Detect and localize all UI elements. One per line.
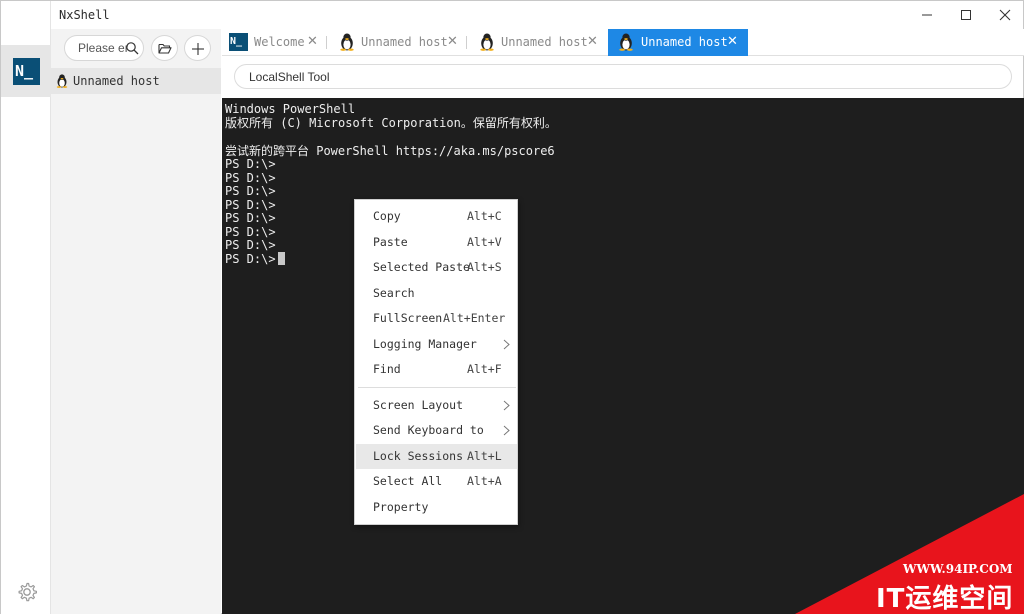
nxshell-logo-icon: N_ xyxy=(229,33,248,51)
search-icon[interactable] xyxy=(125,41,139,55)
tab-label: Welcome xyxy=(254,35,305,49)
terminal-prompt: PS D:\> xyxy=(225,252,276,266)
menu-item-shortcut: Alt+C xyxy=(467,209,502,223)
menu-item-label: Property xyxy=(373,500,429,514)
terminal-line: 尝试新的跨平台 PowerShell https://aka.ms/pscore… xyxy=(225,144,555,158)
app-title: NxShell xyxy=(59,8,110,22)
maximize-icon xyxy=(961,10,971,20)
tab-divider xyxy=(466,36,467,49)
menu-item-label: Selected Paste xyxy=(373,260,470,274)
address-text: LocalShell Tool xyxy=(249,70,330,84)
terminal-line: PS D:\> xyxy=(225,225,276,239)
terminal-line: PS D:\> xyxy=(225,238,276,252)
tab-unnamed-host-2[interactable]: Unnamed host ✕ xyxy=(474,29,609,56)
linux-tux-icon xyxy=(340,33,354,51)
menu-item-lock-sessions[interactable]: Lock Sessions Alt+L xyxy=(356,444,517,469)
terminal-line: Windows PowerShell xyxy=(225,102,356,116)
tab-label: Unnamed host xyxy=(641,35,728,49)
menu-item-shortcut: Alt+Enter xyxy=(443,311,506,325)
menu-item-shortcut: Alt+L xyxy=(467,449,502,463)
minimize-icon xyxy=(922,14,932,16)
watermark-name: IT运维空间 xyxy=(876,584,1014,614)
menu-item-shortcut: Alt+A xyxy=(467,474,502,488)
open-folder-button[interactable] xyxy=(151,35,178,61)
tab-close-icon[interactable]: ✕ xyxy=(727,35,738,49)
terminal-line: PS D:\> xyxy=(225,198,276,212)
menu-item-copy[interactable]: Copy Alt+C xyxy=(356,204,517,229)
menu-item-label: Screen Layout xyxy=(373,398,464,412)
linux-tux-icon xyxy=(619,33,633,51)
chevron-right-icon xyxy=(503,425,510,436)
close-window-button[interactable] xyxy=(992,5,1018,25)
menu-item-shortcut: Alt+S xyxy=(467,260,502,274)
menu-item-screen-layout[interactable]: Screen Layout xyxy=(356,393,517,418)
menu-item-label: Find xyxy=(373,362,401,376)
terminal-line: 版权所有 (C) Microsoft Corporation。保留所有权利。 xyxy=(225,116,557,130)
menu-separator xyxy=(358,387,516,388)
menu-item-label: Paste xyxy=(373,235,408,249)
menu-item-label: Copy xyxy=(373,209,401,223)
sidebar-item-label: Unnamed host xyxy=(73,74,160,88)
sidebar-item-unnamed-host[interactable]: Unnamed host xyxy=(51,68,221,94)
terminal-line: PS D:\> xyxy=(225,184,276,198)
minimize-button[interactable] xyxy=(914,5,940,25)
tab-unnamed-host-3-active[interactable]: Unnamed host ✕ xyxy=(608,29,748,56)
left-rail: N_ xyxy=(1,1,51,614)
host-sidebar: Unnamed host xyxy=(51,29,221,614)
tool-address-bar[interactable]: LocalShell Tool xyxy=(234,64,1012,89)
menu-item-search[interactable]: Search xyxy=(356,281,517,306)
menu-item-selected-paste[interactable]: Selected Paste Alt+S xyxy=(356,255,517,280)
host-search-box[interactable] xyxy=(64,35,144,61)
menu-item-property[interactable]: Property xyxy=(356,495,517,520)
menu-item-send-keyboard[interactable]: Send Keyboard to xyxy=(356,418,517,443)
menu-item-label: Lock Sessions xyxy=(373,449,464,463)
terminal-cursor xyxy=(277,252,285,265)
menu-item-shortcut: Alt+V xyxy=(467,235,502,249)
menu-item-find[interactable]: Find Alt+F xyxy=(356,357,517,382)
menu-item-label: FullScreen xyxy=(373,311,443,325)
settings-gear-icon[interactable] xyxy=(16,581,38,603)
terminal-prompt-line: PS D:\> xyxy=(225,252,285,266)
menu-item-fullscreen[interactable]: FullScreen Alt+Enter xyxy=(356,306,517,331)
session-tab-bar: N_ Welcome ✕ Unnamed host ✕ Unnamed host… xyxy=(222,29,1024,56)
linux-tux-icon xyxy=(480,33,494,51)
terminal-line: PS D:\> xyxy=(225,171,276,185)
tab-label: Unnamed host xyxy=(361,35,448,49)
close-icon xyxy=(999,9,1011,21)
menu-item-logging-manager[interactable]: Logging Manager xyxy=(356,332,517,357)
nxshell-logo-icon[interactable]: N_ xyxy=(13,58,40,85)
tab-close-icon[interactable]: ✕ xyxy=(447,35,458,49)
chevron-right-icon xyxy=(503,400,510,411)
tab-label: Unnamed host xyxy=(501,35,588,49)
maximize-button[interactable] xyxy=(953,5,979,25)
add-host-button[interactable] xyxy=(184,35,211,61)
chevron-right-icon xyxy=(503,339,510,350)
host-search-input[interactable] xyxy=(78,36,128,60)
watermark-url: WWW.94IP.COM xyxy=(903,562,1013,576)
terminal-line: PS D:\> xyxy=(225,157,276,171)
menu-item-label: Logging Manager xyxy=(373,337,477,351)
tab-unnamed-host-1[interactable]: Unnamed host ✕ xyxy=(334,29,469,56)
terminal-line: PS D:\> xyxy=(225,211,276,225)
menu-item-select-all[interactable]: Select All Alt+A xyxy=(356,469,517,494)
plus-icon xyxy=(192,43,204,55)
linux-tux-icon xyxy=(56,74,68,88)
menu-item-label: Select All xyxy=(373,474,443,488)
menu-item-label: Search xyxy=(373,286,415,300)
tab-close-icon[interactable]: ✕ xyxy=(587,35,598,49)
terminal-context-menu: Copy Alt+C Paste Alt+V Selected Paste Al… xyxy=(354,199,518,525)
menu-item-paste[interactable]: Paste Alt+V xyxy=(356,230,517,255)
tab-welcome[interactable]: N_ Welcome ✕ xyxy=(222,29,327,56)
menu-item-shortcut: Alt+F xyxy=(467,362,502,376)
folder-open-icon xyxy=(158,43,172,54)
tab-divider xyxy=(326,36,327,49)
tab-close-icon[interactable]: ✕ xyxy=(307,35,318,49)
menu-item-label: Send Keyboard to xyxy=(373,423,484,437)
